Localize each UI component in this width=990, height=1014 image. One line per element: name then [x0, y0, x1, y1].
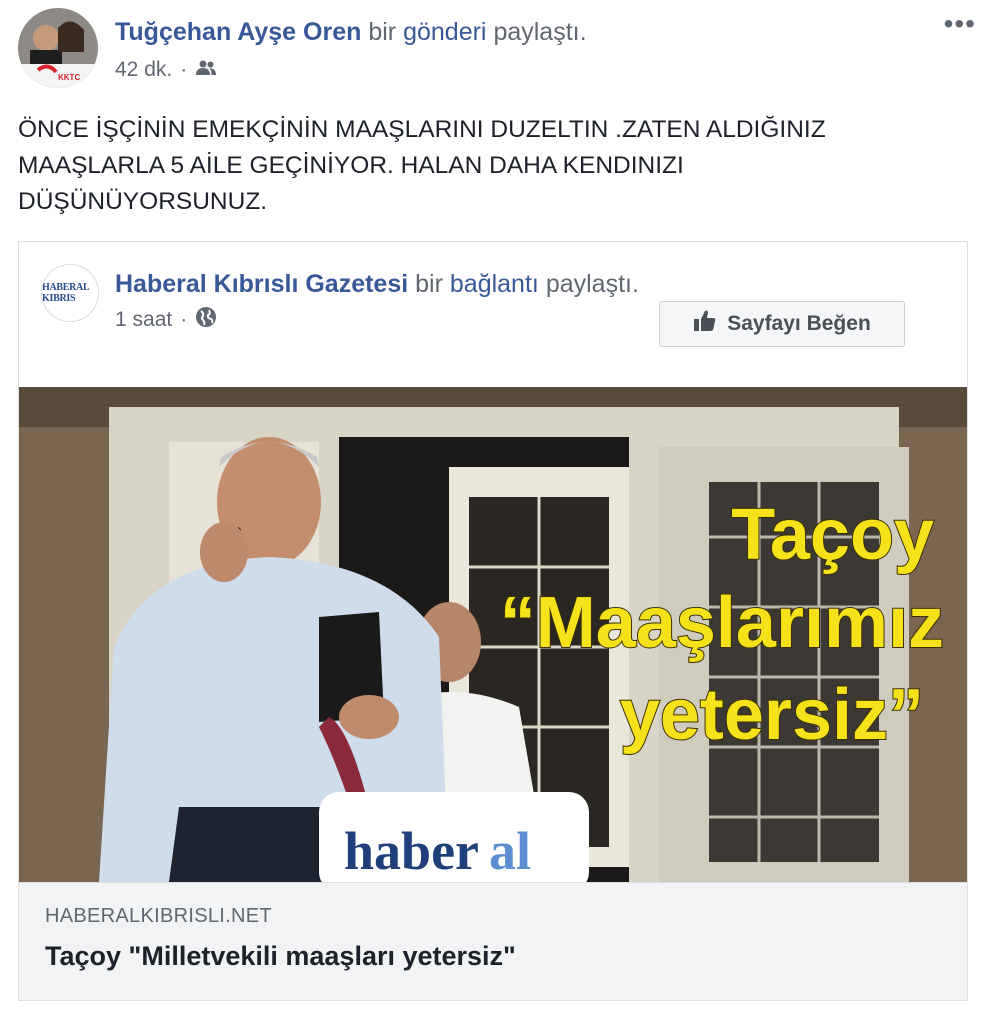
shared-post-header: Haberal Kıbrıslı Gazetesi bir bağlantı p… — [115, 270, 639, 299]
svg-text:“Maaşlarımız: “Maaşlarımız — [500, 583, 944, 663]
svg-text:haber: haber — [344, 821, 479, 881]
post-text: ÖNCE İŞÇİNİN EMEKÇİNİN MAAŞLARINI DUZELT… — [18, 116, 826, 215]
action-suffix: paylaştı. — [493, 18, 587, 46]
shared-post-meta: 1 saat · — [115, 306, 217, 334]
author-name[interactable]: Tuğçehan Ayşe Oren — [115, 18, 361, 46]
news-photo: haber al Taçoy “Maaşlarımız yetersiz” — [19, 387, 967, 882]
page-name[interactable]: Haberal Kıbrıslı Gazetesi — [115, 270, 408, 298]
svg-text:yetersiz”: yetersiz” — [620, 675, 924, 755]
link-preview-image[interactable]: haber al Taçoy “Maaşlarımız yetersiz” — [19, 387, 967, 882]
shared-timestamp[interactable]: 1 saat — [115, 308, 172, 332]
shared-post-card: HABERAL KIBRIS Haberal Kıbrıslı Gazetesi… — [18, 241, 968, 1001]
post-header: Tuğçehan Ayşe Oren bir gönderi paylaştı. — [115, 18, 587, 47]
shared-action-suffix: paylaştı. — [545, 270, 639, 298]
shared-link-word[interactable]: bağlantı — [450, 270, 539, 298]
svg-text:Taçoy: Taçoy — [731, 495, 934, 575]
avatar-photo: KKTC — [18, 8, 98, 88]
friends-audience-icon[interactable] — [195, 58, 217, 82]
post-link[interactable]: gönderi — [403, 18, 486, 46]
link-domain: HABERALKIBRISLI.NET — [45, 905, 272, 927]
page-logo[interactable]: HABERAL KIBRIS — [41, 264, 99, 322]
svg-text:KKTC: KKTC — [58, 73, 80, 82]
page-logo-text: HABERAL KIBRIS — [42, 282, 89, 304]
shared-meta-separator: · — [180, 308, 188, 331]
like-page-label: Sayfayı Beğen — [727, 312, 871, 335]
thumbs-up-icon — [693, 309, 717, 339]
action-prefix: bir — [368, 18, 397, 46]
meta-separator: · — [180, 58, 188, 81]
shared-action-prefix: bir — [415, 270, 443, 298]
link-caption[interactable]: HABERALKIBRISLI.NET Taçoy "Milletvekili … — [19, 882, 967, 1000]
svg-text:al: al — [489, 821, 531, 881]
like-page-button[interactable]: Sayfayı Beğen — [659, 301, 905, 347]
post-meta: 42 dk. · — [115, 58, 217, 82]
author-avatar[interactable]: KKTC — [18, 8, 98, 88]
more-options-icon[interactable]: ••• — [944, 8, 976, 40]
post-timestamp[interactable]: 42 dk. — [115, 58, 172, 82]
link-title[interactable]: Taçoy "Milletvekili maaşları yetersiz" — [45, 941, 516, 972]
globe-icon[interactable] — [195, 306, 217, 334]
